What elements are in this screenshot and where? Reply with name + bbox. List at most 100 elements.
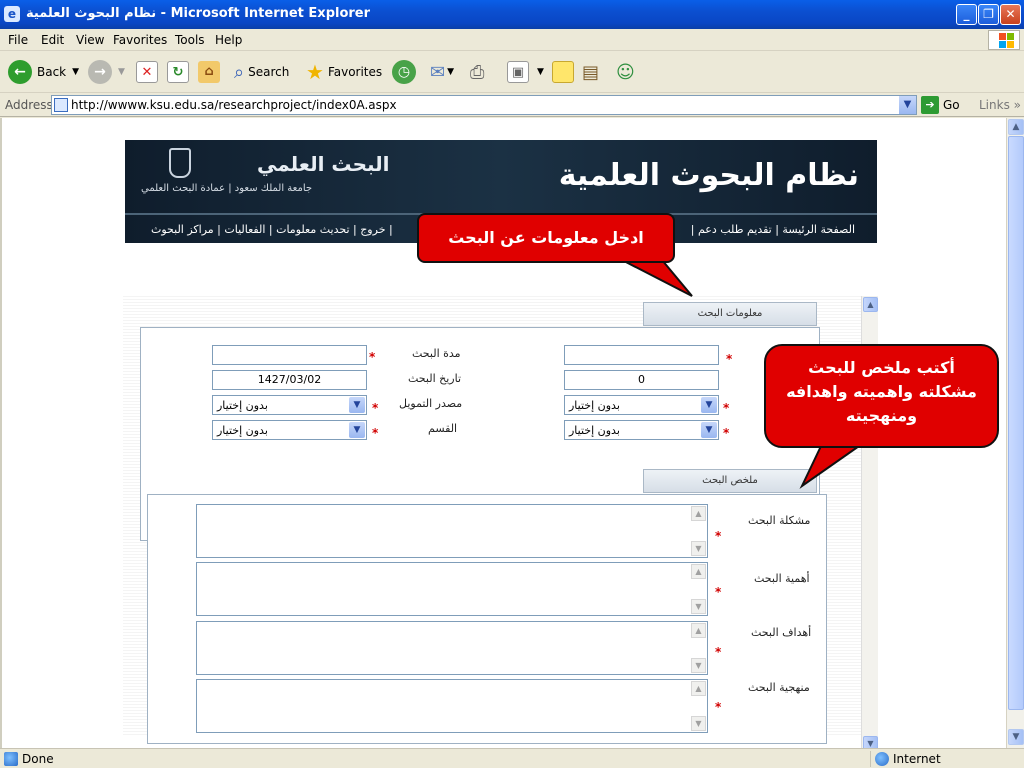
funding-label: مصدر التمويل: [399, 397, 463, 410]
nav-links-left[interactable]: خروج | تحديث معلومات | الفعاليات | مراكز…: [151, 223, 393, 236]
scroll-down-icon[interactable]: ▼: [691, 541, 706, 556]
research-button[interactable]: ▤: [582, 59, 599, 85]
status-text: Done: [22, 752, 54, 766]
goals-label: أهداف البحث: [751, 626, 812, 639]
scroll-up-icon[interactable]: ▲: [1008, 119, 1024, 135]
back-button[interactable]: ← Back ▼: [8, 59, 79, 85]
home-icon: ⌂: [198, 61, 220, 83]
home-button[interactable]: ⌂: [198, 59, 220, 85]
refresh-button[interactable]: ↻: [167, 59, 189, 85]
importance-textarea[interactable]: ▲ ▼: [196, 562, 708, 616]
stop-icon: ✕: [136, 61, 158, 83]
scroll-up-icon[interactable]: ▲: [691, 564, 706, 579]
menu-favorites[interactable]: Favorites: [113, 33, 167, 47]
menu-file[interactable]: File: [8, 33, 28, 47]
required-mark: *: [715, 700, 722, 714]
scroll-down-icon[interactable]: ▼: [691, 716, 706, 731]
required-mark: *: [723, 426, 730, 440]
title-bar: e نظام البحوث العلمية - Microsoft Intern…: [0, 0, 1024, 29]
scroll-down-icon[interactable]: ▼: [863, 736, 878, 748]
address-url: http://wwww.ksu.edu.sa/researchproject/i…: [71, 98, 397, 112]
restore-button[interactable]: ❐: [978, 4, 999, 25]
nav-links-right[interactable]: الصفحة الرئيسة | تقديم طلب دعم |: [691, 223, 855, 236]
scroll-up-icon[interactable]: ▲: [863, 297, 878, 312]
print-button[interactable]: ⎙: [470, 59, 484, 85]
minimize-button[interactable]: _: [956, 4, 977, 25]
right-text-input[interactable]: [564, 345, 719, 365]
required-mark: *: [372, 426, 379, 440]
menu-tools[interactable]: Tools: [175, 33, 205, 47]
menu-view[interactable]: View: [76, 33, 104, 47]
right-select-1-value: بدون إختيار: [569, 399, 620, 412]
search-icon: ⌕: [234, 61, 245, 83]
messenger-button[interactable]: ☺: [616, 59, 635, 85]
forward-button[interactable]: → ▼: [88, 59, 125, 85]
discuss-button[interactable]: [552, 59, 574, 85]
messenger-icon: ☺: [616, 61, 635, 83]
duration-input[interactable]: [212, 345, 367, 365]
tab-research-summary[interactable]: ملخص البحث: [643, 469, 817, 493]
chevron-down-icon: ▼: [349, 397, 365, 413]
chevron-down-icon: ▼: [118, 67, 125, 77]
page-viewport: البحث العلمي جامعة الملك سعود | عمادة ال…: [0, 118, 1006, 748]
chevron-down-icon: ▼: [537, 67, 544, 77]
search-button[interactable]: ⌕ Search: [234, 59, 289, 85]
status-done: Done: [4, 752, 54, 766]
star-icon: ★: [306, 60, 324, 84]
forward-arrow-icon: →: [88, 60, 112, 84]
funding-select[interactable]: بدون إختيار ▼: [212, 395, 367, 415]
goals-textarea[interactable]: ▲ ▼: [196, 621, 708, 675]
banner-subtitle: جامعة الملك سعود | عمادة البحث العلمي: [141, 183, 313, 194]
go-label: Go: [943, 98, 960, 112]
brand-title: نظام البحوث العلمية: [558, 158, 859, 193]
scroll-down-icon[interactable]: ▼: [1008, 729, 1024, 745]
problem-textarea[interactable]: ▲ ▼: [196, 504, 708, 558]
address-input[interactable]: http://wwww.ksu.edu.sa/researchproject/i…: [51, 95, 917, 115]
links-label: Links: [979, 98, 1010, 112]
mail-button[interactable]: ✉ ▼: [430, 59, 454, 85]
scroll-thumb[interactable]: [1008, 136, 1024, 710]
security-zone: Internet: [870, 751, 941, 767]
problem-label: مشكلة البحث: [748, 514, 811, 527]
methodology-textarea[interactable]: ▲ ▼: [196, 679, 708, 733]
status-bar: Done Internet: [0, 748, 1024, 768]
scroll-down-icon[interactable]: ▼: [691, 658, 706, 673]
favorites-label: Favorites: [327, 65, 383, 79]
right-select-1[interactable]: بدون إختيار ▼: [564, 395, 719, 415]
scroll-down-icon[interactable]: ▼: [691, 599, 706, 614]
history-button[interactable]: ◷: [392, 59, 416, 85]
scroll-up-icon[interactable]: ▲: [691, 506, 706, 521]
tab-research-info[interactable]: معلومات البحث: [643, 302, 817, 326]
menu-edit[interactable]: Edit: [41, 33, 64, 47]
right-number-input[interactable]: 0: [564, 370, 719, 390]
menu-help[interactable]: Help: [215, 33, 242, 47]
right-select-2[interactable]: بدون إختيار ▼: [564, 420, 719, 440]
funding-value: بدون إختيار: [217, 399, 268, 412]
required-mark: *: [369, 350, 376, 364]
research-logo: البحث العلمي: [257, 152, 390, 176]
browser-scrollbar[interactable]: ▲ ▼: [1006, 118, 1024, 748]
stop-button[interactable]: ✕: [136, 59, 158, 85]
callout-summary: أكتب ملخص للبحث مشكلته واهميته واهدافه و…: [764, 344, 999, 448]
callout-summary-line-3: ومنهجيته: [845, 406, 918, 425]
department-select[interactable]: بدون إختيار ▼: [212, 420, 367, 440]
callout-tail-info: [621, 259, 693, 297]
scroll-up-icon[interactable]: ▲: [691, 681, 706, 696]
windows-logo-icon: [988, 30, 1020, 50]
close-button[interactable]: ✕: [1000, 4, 1021, 25]
callout-info: ادخل معلومات عن البحث: [417, 213, 675, 263]
date-input[interactable]: 1427/03/02: [212, 370, 367, 390]
required-mark: *: [715, 645, 722, 659]
links-button[interactable]: Links »: [979, 98, 1021, 112]
scroll-up-icon[interactable]: ▲: [691, 623, 706, 638]
globe-icon: [875, 752, 889, 766]
department-label: القسم: [428, 422, 458, 435]
chevron-down-icon[interactable]: ▼: [899, 96, 916, 114]
required-mark: *: [726, 352, 733, 366]
note-icon: [552, 61, 574, 83]
favorites-button[interactable]: ★ Favorites: [306, 59, 382, 85]
go-button[interactable]: ➔ Go: [921, 96, 960, 114]
date-label: تاريخ البحث: [408, 372, 462, 385]
back-arrow-icon: ←: [8, 60, 32, 84]
edit-button[interactable]: ▣ ▼: [507, 59, 544, 85]
